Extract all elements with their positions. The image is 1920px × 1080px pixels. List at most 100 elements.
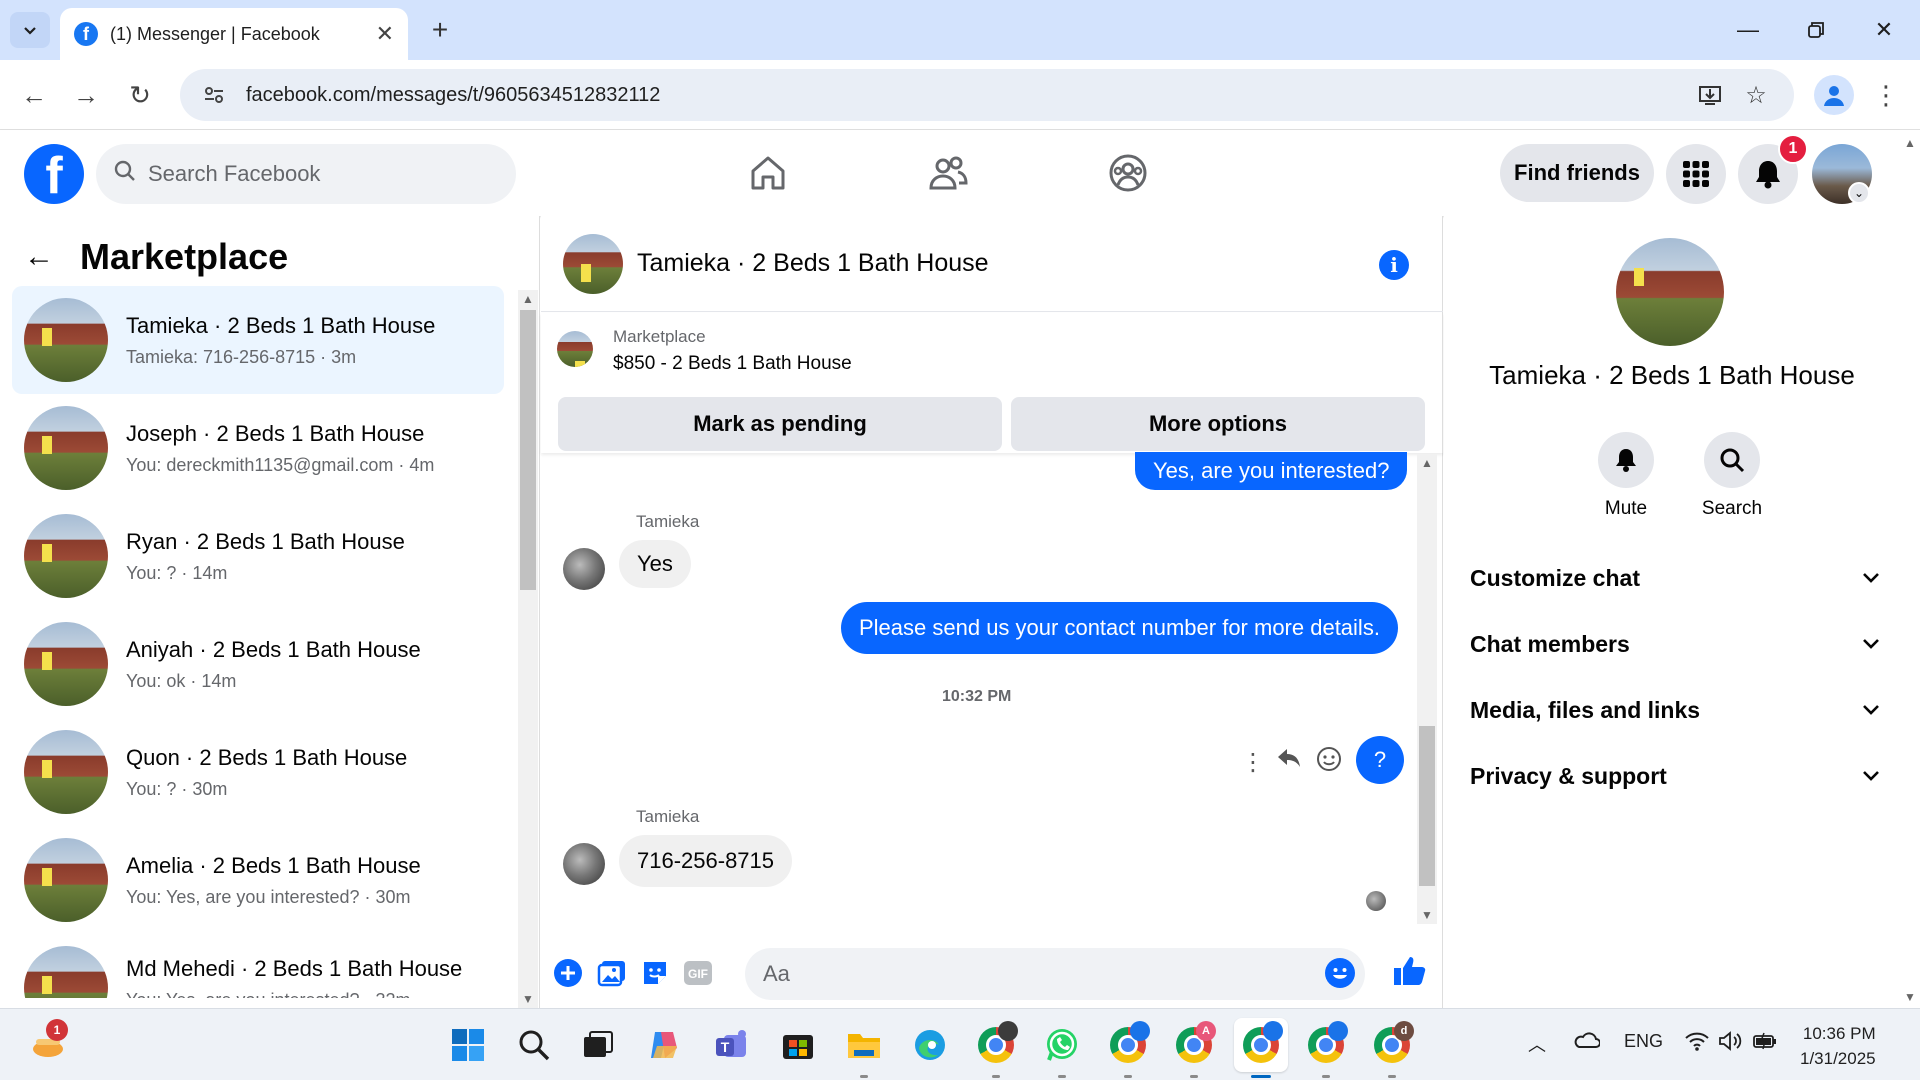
chat-scrollbar[interactable]: ▲ ▼ [1417,454,1437,924]
browser-tab-messenger[interactable]: f (1) Messenger | Facebook ✕ [60,8,408,60]
restore-button[interactable] [1786,10,1846,50]
marketplace-listing-bar: Marketplace $850 - 2 Beds 1 Bath House M… [541,313,1443,453]
react-emoji-icon[interactable] [1316,746,1342,779]
facebook-search[interactable] [96,144,516,204]
language-indicator[interactable]: ENG [1624,1031,1663,1052]
microsoft-store-icon[interactable] [776,1023,820,1067]
scrollbar-thumb[interactable] [1419,726,1435,886]
nav-groups[interactable] [1098,148,1158,198]
chevron-down-icon [1862,766,1880,787]
scroll-up-icon[interactable]: ▲ [522,292,534,306]
search-icon [114,160,136,188]
more-actions-icon[interactable]: ⋮ [1241,748,1265,777]
chat-header: Tamieka · 2 Beds 1 Bath House i [541,216,1443,312]
search-in-chat-button[interactable]: Search [1687,432,1777,520]
browser-profile-button[interactable] [1814,75,1854,115]
page-scrollbar[interactable]: ▲ ▼ [1900,130,1920,1008]
browser-menu-button[interactable]: ⋮ [1866,75,1906,115]
whatsapp-icon[interactable] [1040,1023,1084,1067]
account-chevron-icon[interactable]: ⌄ [1848,182,1870,204]
emoji-icon[interactable] [1325,958,1355,988]
tab-search-button[interactable] [10,12,50,48]
scroll-up-icon[interactable]: ▲ [1421,456,1433,470]
conversation-item[interactable]: Aniyah · 2 Beds 1 Bath House You: ok · 14… [12,610,504,718]
conversation-item[interactable]: Quon · 2 Beds 1 Bath House You: ? · 30m [12,718,504,826]
nav-friends[interactable] [918,148,978,198]
info-icon[interactable]: i [1379,250,1409,280]
edge-icon[interactable] [908,1023,952,1067]
incoming-message[interactable]: Yes [619,540,691,588]
system-clock[interactable]: 10:36 PM 1/31/2025 [1800,1021,1876,1071]
message-input-box[interactable] [745,948,1365,1000]
gif-icon[interactable]: GIF [681,956,715,990]
thumbs-up-icon[interactable] [1390,952,1428,990]
mark-as-pending-button[interactable]: Mark as pending [558,397,1002,451]
address-bar[interactable]: facebook.com/messages/t/9605634512832112… [180,69,1794,121]
outgoing-message[interactable]: ? [1356,736,1404,784]
contact-avatar[interactable] [563,548,605,590]
scroll-down-icon[interactable]: ▼ [1421,908,1433,922]
media-files-links-section[interactable]: Media, files and links [1470,680,1880,740]
onedrive-cloud-icon[interactable] [1572,1031,1601,1054]
wifi-icon[interactable] [1684,1031,1710,1056]
minimize-button[interactable]: — [1718,10,1778,50]
forward-button[interactable]: → [66,75,106,115]
more-options-button[interactable]: More options [1011,397,1425,451]
chevron-down-icon [1862,700,1880,721]
scroll-down-icon[interactable]: ▼ [1904,990,1916,1004]
scrollbar-thumb[interactable] [520,310,536,590]
sticker-icon[interactable] [638,956,672,990]
teams-icon[interactable]: T [710,1023,754,1067]
chat-avatar[interactable] [563,233,623,294]
show-hidden-icons-chevron-icon[interactable]: ︿ [1528,1031,1546,1057]
chat-members-section[interactable]: Chat members [1470,614,1880,674]
site-settings-icon[interactable] [200,81,228,109]
conversation-item[interactable]: Tamieka · 2 Beds 1 Bath House Tamieka: 71… [12,286,504,394]
conversation-item[interactable]: Joseph · 2 Beds 1 Bath House You: dereckm… [12,394,504,502]
close-window-button[interactable]: ✕ [1854,10,1914,50]
conversation-item[interactable]: Amelia · 2 Beds 1 Bath House You: Yes, ar… [12,826,504,934]
facebook-logo[interactable]: f [24,144,84,204]
back-button[interactable]: ← [14,75,54,115]
scroll-down-icon[interactable]: ▼ [522,992,534,1006]
install-app-icon[interactable] [1690,75,1730,115]
conversation-item[interactable]: Md Mehedi · 2 Beds 1 Bath House You: Yes,… [12,934,504,998]
conversation-list-scrollbar[interactable]: ▲ ▼ [518,290,538,1008]
tab-close-icon[interactable]: ✕ [376,21,394,47]
incoming-message[interactable]: 716-256-8715 [619,835,793,887]
search-icon[interactable] [512,1023,556,1067]
new-tab-button[interactable]: + [424,14,456,46]
conversation-name: Quon · 2 Beds 1 Bath House [126,744,408,770]
mute-button[interactable]: Mute [1581,432,1671,520]
conversation-item[interactable]: Ryan · 2 Beds 1 Bath House You: ? · 14m [12,502,504,610]
scroll-up-icon[interactable]: ▲ [1904,136,1916,150]
customize-chat-section[interactable]: Customize chat [1470,548,1880,608]
listing-title[interactable]: $850 - 2 Beds 1 Bath House [613,353,852,375]
find-friends-button[interactable]: Find friends [1500,144,1654,202]
chrome-profile-badge [1263,1021,1283,1041]
message-input[interactable] [763,961,1303,987]
task-view-icon[interactable] [576,1023,620,1067]
bookmark-star-icon[interactable]: ☆ [1736,75,1776,115]
seen-indicator-avatar [1366,891,1386,911]
photo-icon[interactable] [595,956,629,990]
svg-text:GIF: GIF [688,967,708,981]
battery-icon[interactable] [1752,1031,1778,1056]
reply-icon[interactable] [1276,746,1302,777]
copilot-icon[interactable] [642,1023,686,1067]
search-input[interactable] [148,161,448,187]
contact-avatar[interactable] [563,843,605,885]
nav-home[interactable] [738,148,798,198]
outgoing-message[interactable]: Yes, are you interested? [1135,452,1408,490]
contact-profile-image[interactable] [1616,238,1724,346]
chat-title[interactable]: Tamieka · 2 Beds 1 Bath House [637,249,989,278]
privacy-support-section[interactable]: Privacy & support [1470,746,1880,806]
back-arrow-icon[interactable]: ← [24,240,54,274]
volume-icon[interactable] [1718,1031,1742,1056]
plus-circle-icon[interactable] [551,956,585,990]
outgoing-message[interactable]: Please send us your contact number for m… [841,602,1398,654]
file-explorer-icon[interactable] [842,1023,886,1067]
reload-button[interactable]: ↻ [120,75,160,115]
menu-grid-button[interactable] [1666,144,1726,204]
start-button[interactable] [446,1023,490,1067]
